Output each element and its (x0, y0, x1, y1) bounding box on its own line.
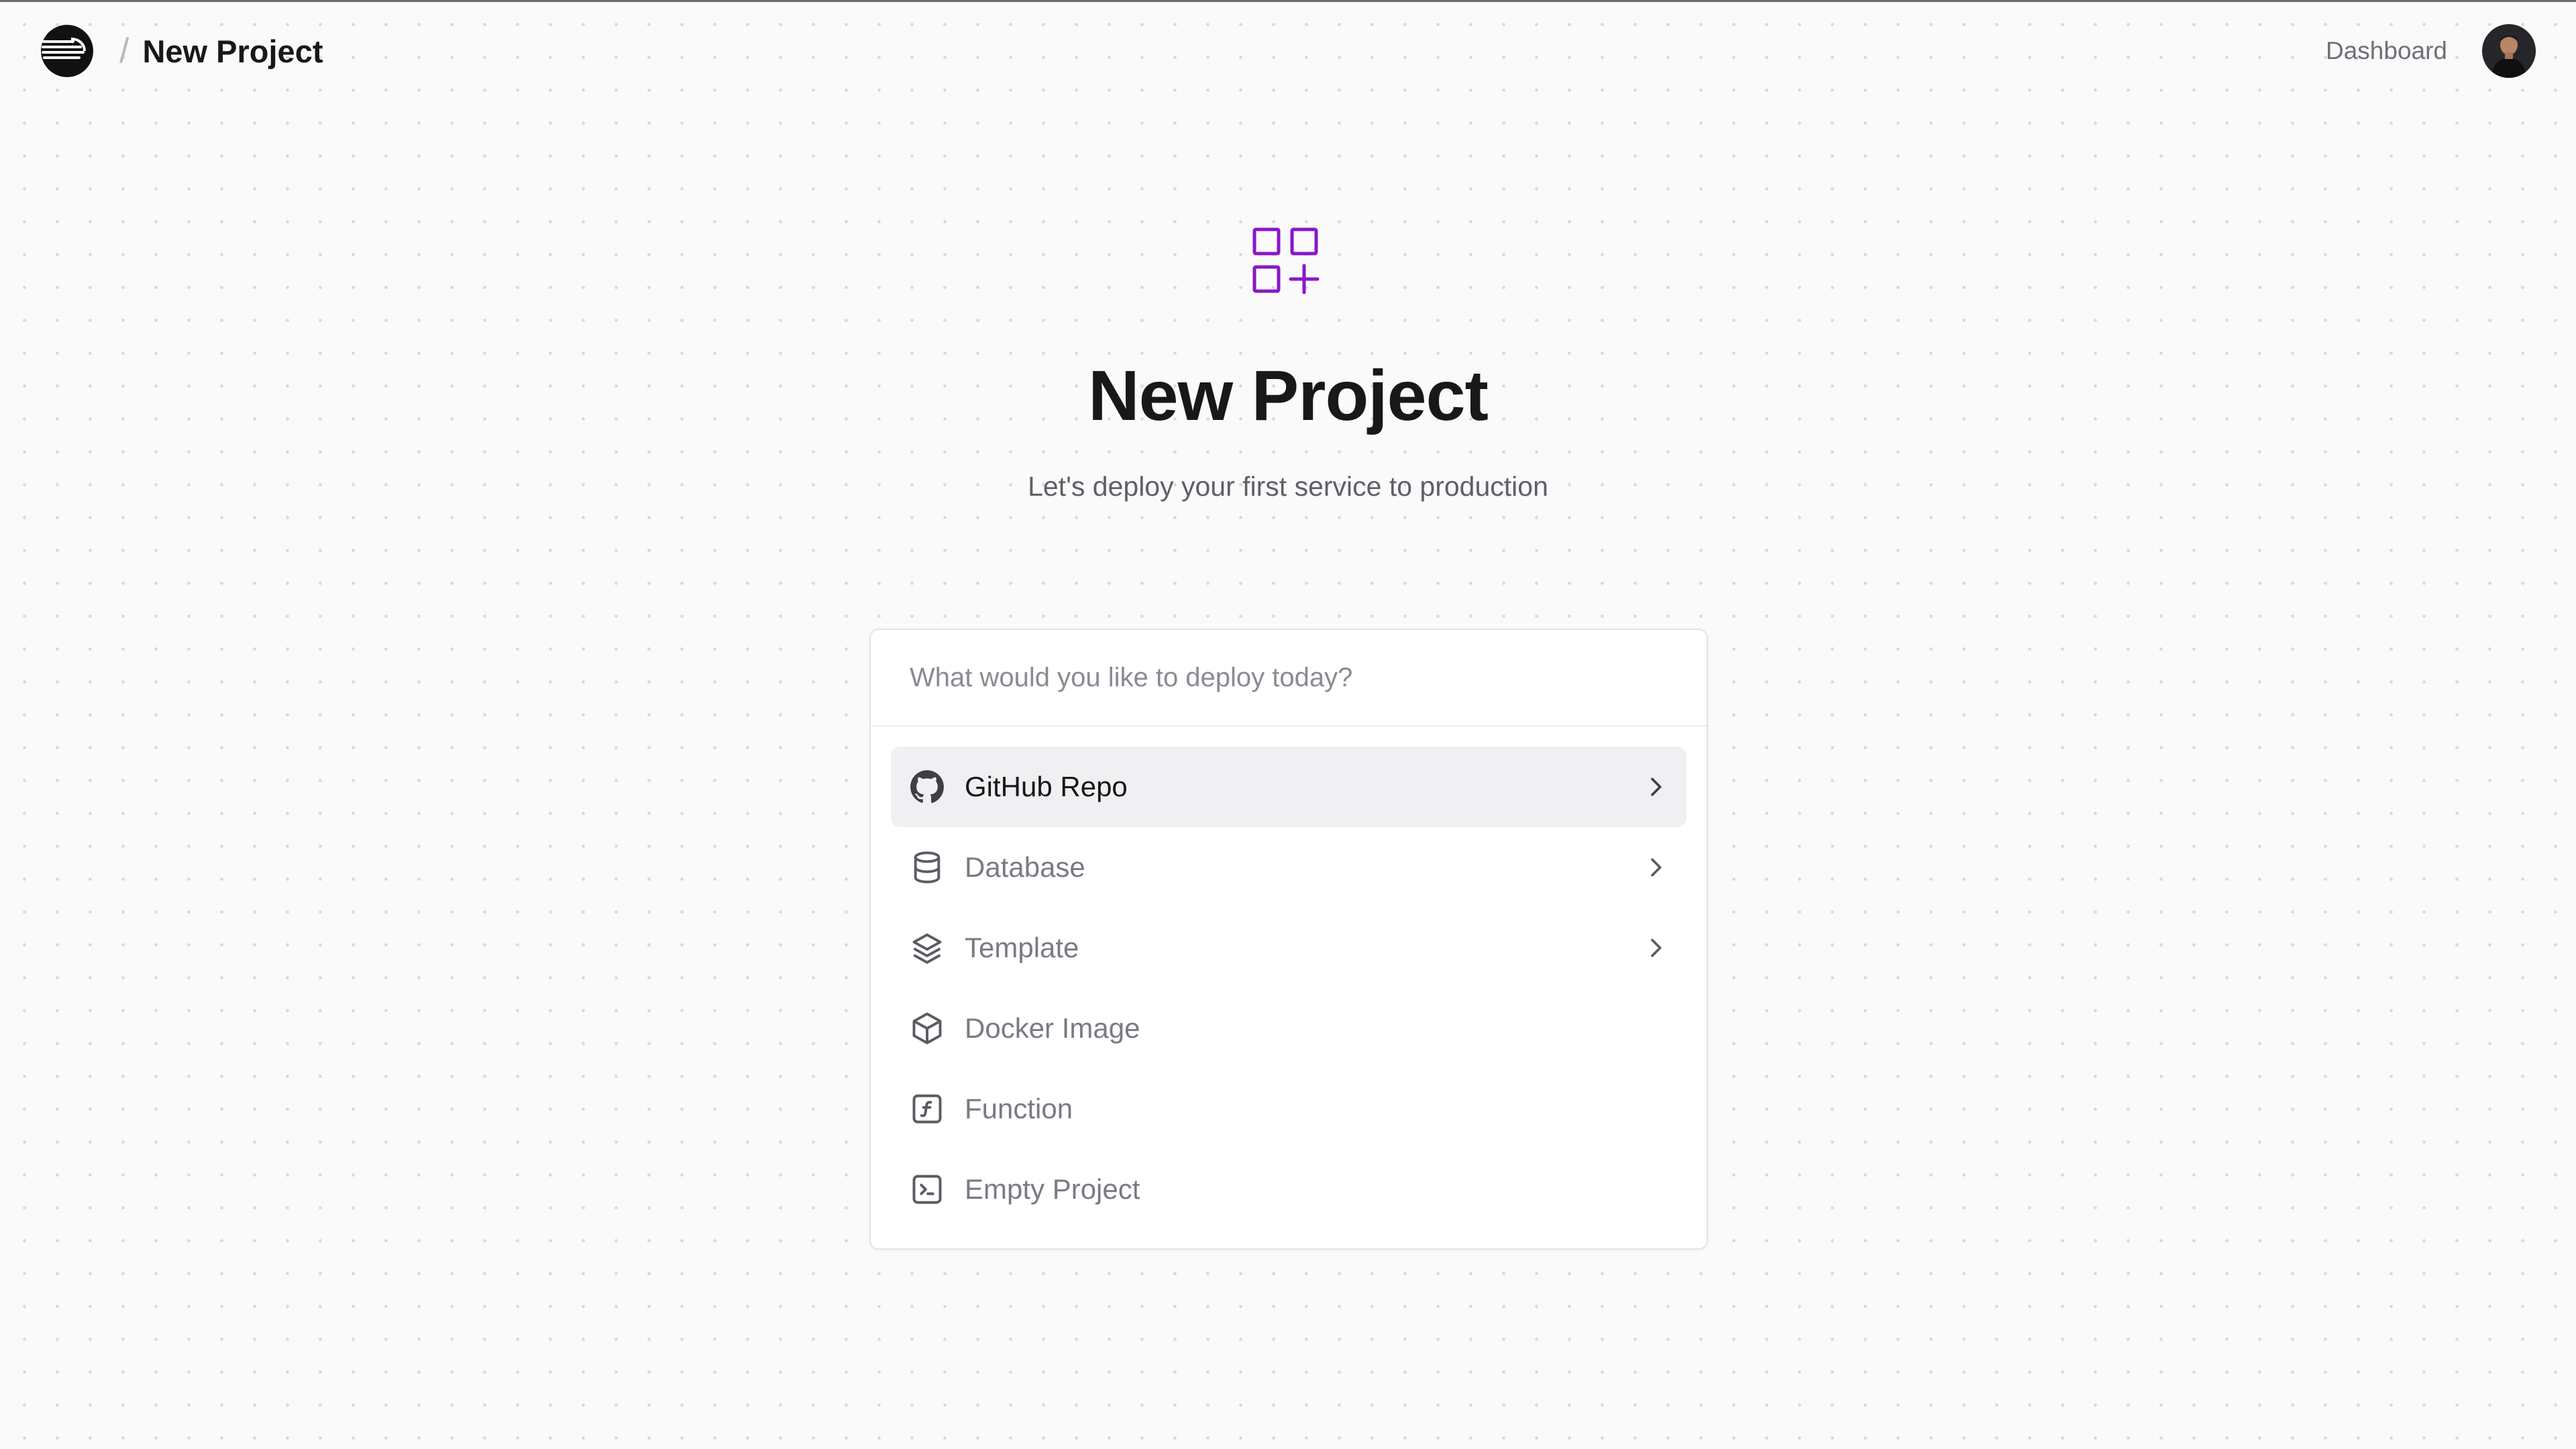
layers-icon (912, 933, 942, 964)
database-icon (914, 851, 941, 883)
deploy-search-input[interactable] (910, 662, 1668, 693)
top-nav: / New Project Dashboard (0, 2, 2576, 100)
search-bar (871, 630, 1707, 727)
option-label: Template (965, 932, 1079, 963)
chevron-right-icon (1651, 938, 1662, 957)
option-label: Empty Project (965, 1173, 1140, 1205)
deploy-options-card: GitHub Repo Database Template (869, 629, 1708, 1250)
header-actions: Dashboard (2326, 24, 2536, 78)
option-template[interactable]: Template (891, 908, 1686, 988)
option-label: Docker Image (965, 1012, 1140, 1044)
option-empty-project[interactable]: Empty Project (891, 1149, 1686, 1230)
deploy-options-list: GitHub Repo Database Template Docker Ima… (871, 727, 1707, 1230)
option-function[interactable]: Function (891, 1069, 1686, 1149)
dashboard-link[interactable]: Dashboard (2326, 37, 2447, 65)
option-database[interactable]: Database (891, 827, 1686, 908)
option-docker-image[interactable]: Docker Image (891, 988, 1686, 1069)
grid-plus-icon (1252, 227, 1320, 294)
user-avatar[interactable] (2482, 24, 2536, 78)
box-icon (912, 1012, 942, 1044)
terminal-icon (912, 1175, 942, 1204)
option-label: Function (965, 1093, 1073, 1124)
breadcrumb-separator: / (119, 32, 129, 70)
breadcrumb: / New Project (40, 24, 323, 78)
page-subtitle: Let's deploy your first service to produ… (1028, 471, 1548, 502)
chevron-right-icon (1651, 777, 1662, 796)
function-icon (912, 1094, 942, 1124)
page-title: New Project (1088, 356, 1489, 435)
option-label: Database (965, 851, 1085, 883)
option-github-repo[interactable]: GitHub Repo (891, 747, 1686, 827)
chevron-right-icon (1651, 858, 1662, 877)
option-label: GitHub Repo (965, 771, 1128, 802)
railway-logo-icon[interactable] (40, 24, 94, 78)
github-icon (910, 770, 944, 804)
breadcrumb-current-page: New Project (142, 33, 323, 69)
